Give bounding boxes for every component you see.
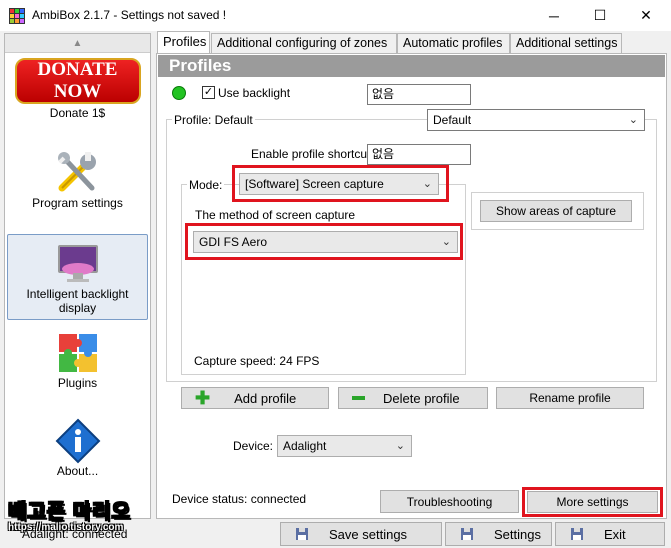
- watermark-title: 배고픈 마리오: [8, 501, 131, 524]
- delete-profile-button[interactable]: Delete profile: [338, 387, 488, 409]
- puzzle-icon: [58, 334, 97, 372]
- sidebar-item-label: Donate 1$: [49, 106, 106, 120]
- sidebar-item-donate[interactable]: DONATE NOW Donate 1$: [7, 58, 148, 122]
- add-profile-label: Add profile: [234, 390, 297, 406]
- use-backlight-label: Use backlight: [218, 86, 291, 100]
- monitor-icon: [57, 245, 98, 282]
- enable-shortcut-field[interactable]: 없음: [367, 144, 471, 165]
- add-profile-button[interactable]: ✚ Add profile: [181, 387, 329, 409]
- device-label: Device:: [233, 439, 274, 453]
- sidebar-item-about[interactable]: About...: [7, 418, 148, 482]
- chevron-down-icon: ⌄: [395, 440, 405, 452]
- capture-method-select[interactable]: GDI FS Aero ⌄: [193, 231, 458, 253]
- floppy-disk-icon: [461, 528, 473, 540]
- mode-select-value: [Software] Screen capture: [245, 177, 384, 191]
- troubleshooting-button[interactable]: Troubleshooting: [380, 490, 519, 513]
- blog-watermark: 배고픈 마리오 https://malio.tistory.com: [8, 495, 131, 534]
- profile-select-value: Default: [433, 113, 472, 127]
- backlight-shortcut-field[interactable]: 없음: [367, 84, 471, 105]
- mode-label: Mode:: [187, 178, 225, 192]
- exit-label: Exit: [604, 526, 626, 542]
- info-icon: [55, 418, 100, 464]
- sidebar-item-label: Intelligent backlight display: [26, 287, 129, 315]
- chevron-down-icon: ⌄: [628, 114, 638, 126]
- title-bar: AmbiBox 2.1.7 - Settings not saved ! ─ ☐…: [0, 0, 671, 31]
- app-icon: [9, 8, 25, 24]
- tools-icon: [57, 152, 96, 192]
- tab-additional-settings[interactable]: Additional settings: [510, 33, 622, 53]
- profile-label: Profile: Default: [172, 113, 255, 127]
- device-select[interactable]: Adalight ⌄: [277, 435, 412, 457]
- save-settings-button[interactable]: Save settings: [280, 522, 442, 546]
- minus-icon: [352, 396, 365, 400]
- settings-button[interactable]: Settings: [445, 522, 552, 546]
- floppy-disk-icon: [296, 528, 308, 540]
- sidebar-item-label: About...: [56, 464, 99, 478]
- sidebar-item-plugins[interactable]: Plugins: [7, 330, 148, 394]
- delete-profile-label: Delete profile: [383, 390, 460, 406]
- close-button[interactable]: ✕: [623, 0, 669, 31]
- donate-now-logo: DONATE NOW: [14, 58, 141, 104]
- save-settings-label: Save settings: [329, 526, 408, 542]
- minimize-button[interactable]: ─: [531, 0, 577, 31]
- more-settings-button[interactable]: More settings: [527, 491, 658, 513]
- sidebar-item-program-settings[interactable]: Program settings: [7, 148, 148, 214]
- sidebar-scroll-up-button[interactable]: ▲: [5, 34, 150, 53]
- sidebar-item-intelligent-backlight[interactable]: Intelligent backlight display: [7, 234, 148, 320]
- device-status-text: Device status: connected: [172, 492, 307, 506]
- sidebar-item-label: Program settings: [32, 196, 123, 210]
- profile-select[interactable]: Default ⌄: [427, 109, 645, 131]
- maximize-button[interactable]: ☐: [577, 0, 623, 31]
- capture-method-select-value: GDI FS Aero: [199, 235, 268, 249]
- sidebar: ▲ DONATE NOW Donate 1$ Program settings …: [4, 33, 151, 519]
- status-indicator-icon: [172, 86, 186, 100]
- show-areas-button[interactable]: Show areas of capture: [480, 200, 632, 222]
- device-select-value: Adalight: [283, 439, 327, 453]
- mode-select[interactable]: [Software] Screen capture ⌄: [239, 173, 439, 195]
- settings-label: Settings: [494, 526, 541, 542]
- section-header: Profiles: [158, 55, 665, 77]
- floppy-disk-icon: [571, 528, 583, 540]
- use-backlight-checkbox[interactable]: ✓: [202, 86, 215, 99]
- chevron-down-icon: ⌄: [441, 236, 451, 248]
- plus-icon: ✚: [195, 388, 211, 408]
- chevron-down-icon: ⌄: [422, 178, 432, 190]
- enable-shortcut-label: Enable profile shortcut:: [251, 147, 374, 161]
- tab-automatic-profiles[interactable]: Automatic profiles: [397, 33, 510, 53]
- window-title: AmbiBox 2.1.7 - Settings not saved !: [32, 8, 227, 22]
- capture-speed-text: Capture speed: 24 FPS: [194, 354, 320, 368]
- rename-profile-button[interactable]: Rename profile: [496, 387, 644, 409]
- exit-button[interactable]: Exit: [555, 522, 665, 546]
- watermark-url: https://malio.tistory.com: [8, 522, 124, 533]
- capture-method-label: The method of screen capture: [195, 208, 356, 222]
- tab-profiles[interactable]: Profiles: [157, 31, 210, 54]
- sidebar-item-label: Plugins: [57, 376, 98, 390]
- tab-additional-configuring-zones[interactable]: Additional configuring of zones: [211, 33, 397, 53]
